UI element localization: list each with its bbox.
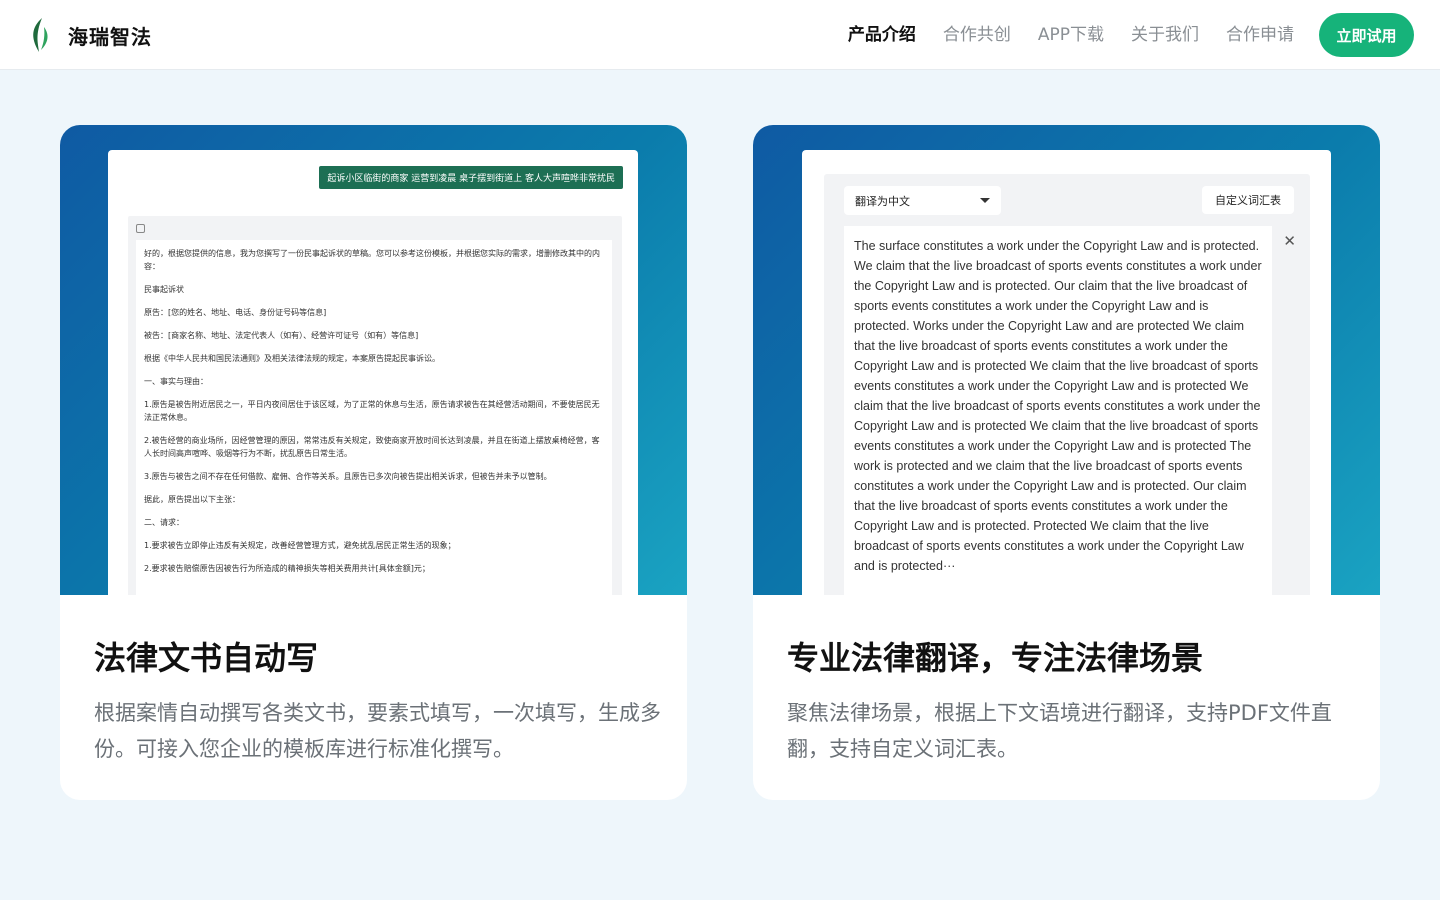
doc-line: 民事起诉状 [144, 285, 184, 294]
doc-line: 原告：[您的姓名、地址、电话、身份证号码等信息] [144, 308, 327, 317]
card-hero: 翻译为中文 自定义词汇表 The surface constitutes a w… [753, 125, 1380, 595]
leaf-logo-icon [33, 18, 48, 52]
custom-glossary-button[interactable]: 自定义词汇表 [1202, 186, 1294, 214]
feature-card-translation[interactable]: 翻译为中文 自定义词汇表 The surface constitutes a w… [753, 125, 1380, 800]
translation-preview: 翻译为中文 自定义词汇表 The surface constitutes a w… [802, 150, 1331, 595]
target-language-select[interactable]: 翻译为中文 [844, 186, 1001, 215]
doc-response-box: 好的，根据您提供的信息，我为您撰写了一份民事起诉状的草稿。您可以参考这份模板，并… [128, 216, 622, 595]
card-title: 法律文书自动写 [94, 639, 319, 677]
close-icon[interactable]: ✕ [1283, 232, 1296, 250]
doc-line: 2.被告经营的商业场所，因经营管理的原因，常常违反有关规定，致使商家开放时间长达… [144, 436, 600, 458]
doc-response-text: 好的，根据您提供的信息，我为您撰写了一份民事起诉状的草稿。您可以参考这份模板，并… [136, 240, 612, 595]
card-description: 根据案情自动撰写各类文书，要素式填写，一次填写，生成多份。可接入您企业的模板库进… [94, 701, 661, 761]
doc-line: 2.要求被告赔偿原告因被告行为所造成的精神损失等相关费用共计[具体金额]元； [144, 564, 430, 573]
doc-line: 一、事实与理由： [144, 377, 208, 386]
nav-item-cocreate[interactable]: 合作共创 [943, 22, 1011, 48]
doc-line: 被告：[商家名称、地址、法定代表人（如有）、经营许可证号（如有）等信息] [144, 331, 419, 340]
doc-line: 据此，原告提出以下主张： [144, 495, 240, 504]
brand-name: 海瑞智法 [68, 24, 152, 49]
card-description: 聚焦法律场景，根据上下文语境进行翻译，支持PDF文件直翻，支持自定义词汇表。 [787, 701, 1332, 761]
target-language-value: 翻译为中文 [855, 194, 910, 208]
doc-line: 1.要求被告立即停止违反有关规定，改善经营管理方式，避免扰乱居民正常生活的现象； [144, 541, 456, 550]
doc-line: 根据《中华人民共和国民法通则》及相关法律法规的规定，本案原告提起民事诉讼。 [144, 354, 440, 363]
brand[interactable]: 海瑞智法 [30, 17, 152, 53]
doc-line: 好的，根据您提供的信息，我为您撰写了一份民事起诉状的草稿。您可以参考这份模板，并… [144, 249, 600, 271]
doc-line: 1.原告是被告附近居民之一，平日内夜间居住于该区域，为了正常的休息与生活，原告请… [144, 400, 600, 422]
card-hero: 起诉小区临街的商家 运营到凌晨 桌子摆到街道上 客人大声喧哗非常扰民 好的，根据… [60, 125, 687, 595]
doc-preview: 起诉小区临街的商家 运营到凌晨 桌子摆到街道上 客人大声喧哗非常扰民 好的，根据… [108, 150, 638, 595]
feature-card-doc-writing[interactable]: 起诉小区临街的商家 运营到凌晨 桌子摆到街道上 客人大声喧哗非常扰民 好的，根据… [60, 125, 687, 800]
nav-item-about[interactable]: 关于我们 [1131, 22, 1199, 48]
nav-item-product[interactable]: 产品介绍 [848, 22, 916, 48]
translation-panel: 翻译为中文 自定义词汇表 The surface constitutes a w… [824, 174, 1310, 595]
nav-item-app-download[interactable]: APP下载 [1038, 22, 1104, 48]
card-title: 专业法律翻译，专注法律场景 [787, 639, 1204, 677]
try-now-button[interactable]: 立即试用 [1319, 13, 1414, 57]
doc-line: 3.原告与被告之间不存在任何借款、雇佣、合作等关系。且原告已多次向被告提出相关诉… [144, 472, 552, 481]
nav-item-apply[interactable]: 合作申请 [1226, 22, 1294, 48]
prompt-banner: 起诉小区临街的商家 运营到凌晨 桌子摆到街道上 客人大声喧哗非常扰民 [319, 166, 623, 189]
chevron-down-icon [980, 198, 990, 203]
copy-icon[interactable] [136, 224, 145, 233]
doc-line: 二、请求： [144, 518, 184, 527]
top-nav: 海瑞智法 产品介绍 合作共创 APP下载 关于我们 合作申请 立即试用 [0, 0, 1440, 70]
nav-menu: 产品介绍 合作共创 APP下载 关于我们 合作申请 [821, 22, 1294, 48]
translation-text: The surface constitutes a work under the… [844, 226, 1272, 595]
